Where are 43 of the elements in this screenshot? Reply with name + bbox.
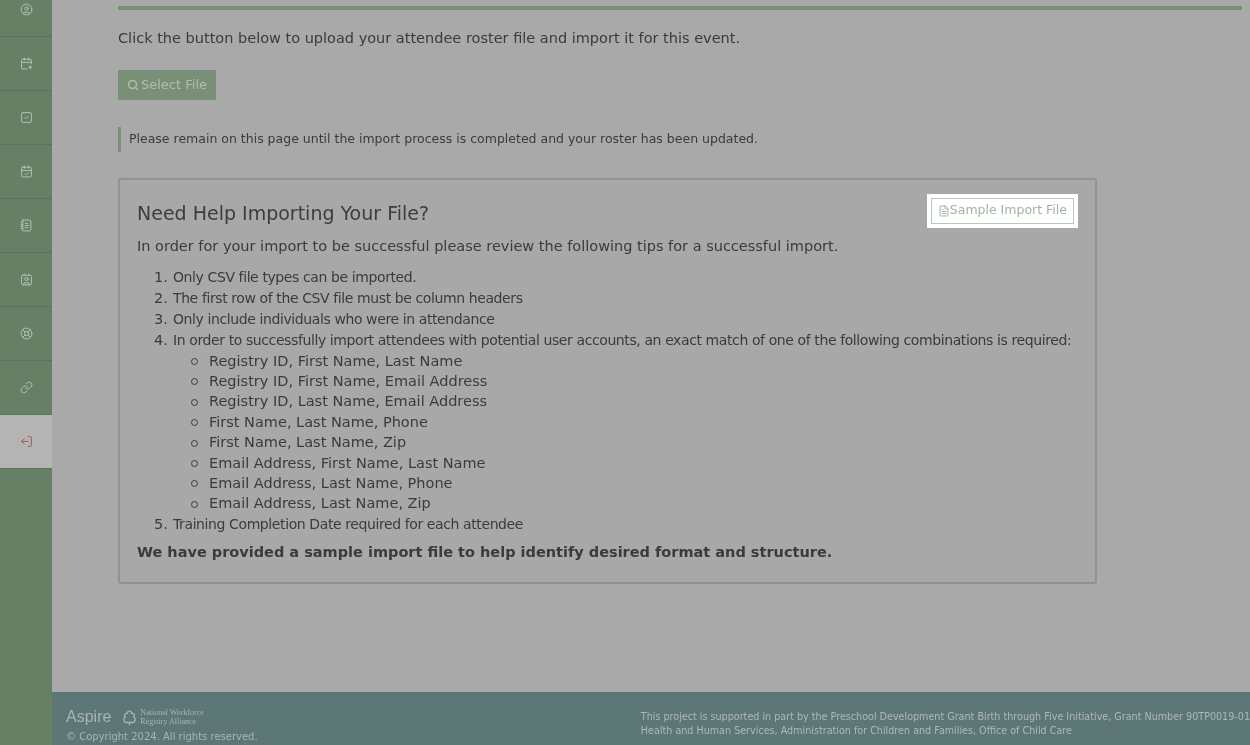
link-icon [19,381,33,394]
notice: Please remain on this page until the import process is completed and your roster has been updated. [118,126,1242,152]
sidebar-item[interactable] [0,415,52,469]
step-text: Only CSV file types can be imported. [173,268,417,288]
combination-text: Email Address, First Name, Last Name [209,453,486,473]
combination-text: Email Address, Last Name, Phone [209,473,453,493]
calendar-plus-icon [19,57,33,70]
step-number: 2. [154,289,169,309]
step-number: 3. [154,310,169,330]
calendar-check-icon [19,165,33,178]
funding-text: Health and Human Services, Administration for Children and Families, Office of Child Care [640,724,1073,738]
combination-text: First Name, Last Name, Phone [209,412,428,432]
combination-text: Email Address, Last Name, Zip [209,494,431,514]
partner-logo: National Workforce Registry Alliance [140,708,205,726]
help-title: Need Help Importing Your File? [137,200,429,226]
funding-text: This project is supported in part by the Preschool Development Grant Birth through Five Initiative, Grant Number 90TP0019-01 [640,710,1250,724]
help-intro: In order for your import to be successful please review the following tips for a successful import. [137,236,840,256]
aspire-logo: Aspire [66,709,112,725]
copyright-text: © Copyright 2024. All rights reserved. [66,730,258,744]
intro-text: Click the button below to upload your attendee roster file and import it for this event. [118,29,742,48]
sample-import-file-button[interactable]: Sample Import File [930,197,1074,224]
step-text: Only include individuals who were in attendance [173,310,495,330]
notebook-icon [19,219,33,232]
help-closing: We have provided a sample import file to help identify desired format and structure. [137,543,834,563]
combination-text: Registry ID, Last Name, Email Address [209,392,488,412]
step-number: 1. [154,268,169,288]
combination-text: First Name, Last Name, Zip [209,433,407,453]
step-number: 4. [154,331,169,351]
select-file-button[interactable]: Select File [118,69,216,100]
lifebuoy-icon [19,327,33,340]
step-text: In order to successfully import attendees with potential user accounts, an exact match of one of the following combinations is required: [173,331,1072,351]
checkbox-icon [19,111,33,124]
combination-text: Registry ID, First Name, Email Address [209,371,488,391]
combination-text: Registry ID, First Name, Last Name [209,351,463,371]
step-text: The first row of the CSV file must be column headers [173,289,523,309]
step-number: 5. [154,515,169,535]
step-text: Training Completion Date required for each attendee [173,515,524,535]
user-icon [19,3,33,16]
search-icon [127,78,139,91]
file-icon [937,204,950,217]
tree-icon [121,708,139,726]
exit-icon [19,435,33,448]
contact-card-icon [19,273,33,286]
